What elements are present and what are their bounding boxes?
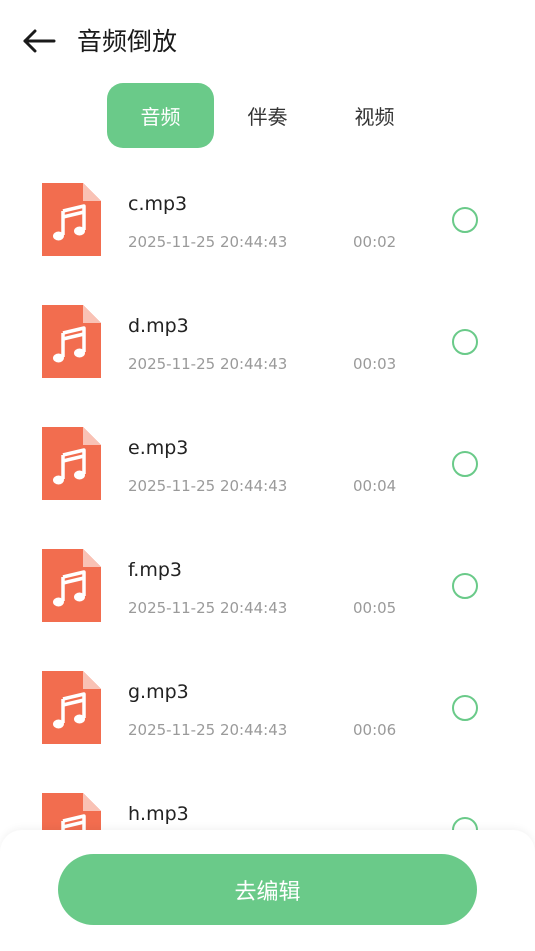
- music-file-icon: [42, 305, 101, 378]
- file-date: 2025-11-25 20:44:43: [128, 599, 288, 617]
- select-radio[interactable]: [452, 451, 478, 477]
- file-date: 2025-11-25 20:44:43: [128, 477, 288, 495]
- file-name: h.mp3: [128, 803, 189, 825]
- file-duration: 00:04: [353, 477, 397, 495]
- select-radio[interactable]: [452, 207, 478, 233]
- list-item[interactable]: f.mp3 2025-11-25 20:44:43 00:05: [0, 526, 535, 648]
- tab-audio[interactable]: 音频: [107, 83, 214, 148]
- tab-video[interactable]: 视频: [321, 83, 428, 148]
- music-file-icon: [42, 427, 101, 500]
- file-name: d.mp3: [128, 315, 189, 337]
- file-name: f.mp3: [128, 559, 183, 581]
- list-item[interactable]: c.mp3 2025-11-25 20:44:43 00:02: [0, 160, 535, 282]
- list-item[interactable]: d.mp3 2025-11-25 20:44:43 00:03: [0, 282, 535, 404]
- page-title: 音频倒放: [77, 27, 178, 56]
- tab-accompaniment[interactable]: 伴奏: [214, 83, 321, 148]
- file-duration: 00:06: [353, 721, 397, 739]
- music-file-icon: [42, 549, 101, 622]
- select-radio[interactable]: [452, 573, 478, 599]
- list-item[interactable]: e.mp3 2025-11-25 20:44:43 00:04: [0, 404, 535, 526]
- header: 音频倒放: [0, 0, 535, 84]
- file-name: g.mp3: [128, 681, 189, 703]
- arrow-left-icon: [23, 29, 56, 53]
- back-button[interactable]: [18, 22, 60, 60]
- file-name: c.mp3: [128, 193, 188, 215]
- file-duration: 00:05: [353, 599, 397, 617]
- list-item[interactable]: g.mp3 2025-11-25 20:44:43 00:06: [0, 648, 535, 770]
- music-file-icon: [42, 671, 101, 744]
- file-date: 2025-11-25 20:44:43: [128, 721, 288, 739]
- file-duration: 00:02: [353, 233, 397, 251]
- file-date: 2025-11-25 20:44:43: [128, 355, 288, 373]
- file-name: e.mp3: [128, 437, 189, 459]
- go-edit-button[interactable]: 去编辑: [58, 854, 477, 925]
- file-duration: 00:03: [353, 355, 397, 373]
- select-radio[interactable]: [452, 695, 478, 721]
- file-date: 2025-11-25 20:44:43: [128, 233, 288, 251]
- select-radio[interactable]: [452, 329, 478, 355]
- file-list: c.mp3 2025-11-25 20:44:43 00:02 d.mp3 20…: [0, 160, 535, 892]
- bottom-action-panel: 去编辑: [0, 830, 535, 951]
- music-file-icon: [42, 183, 101, 256]
- tab-bar: 音频 伴奏 视频: [107, 83, 428, 148]
